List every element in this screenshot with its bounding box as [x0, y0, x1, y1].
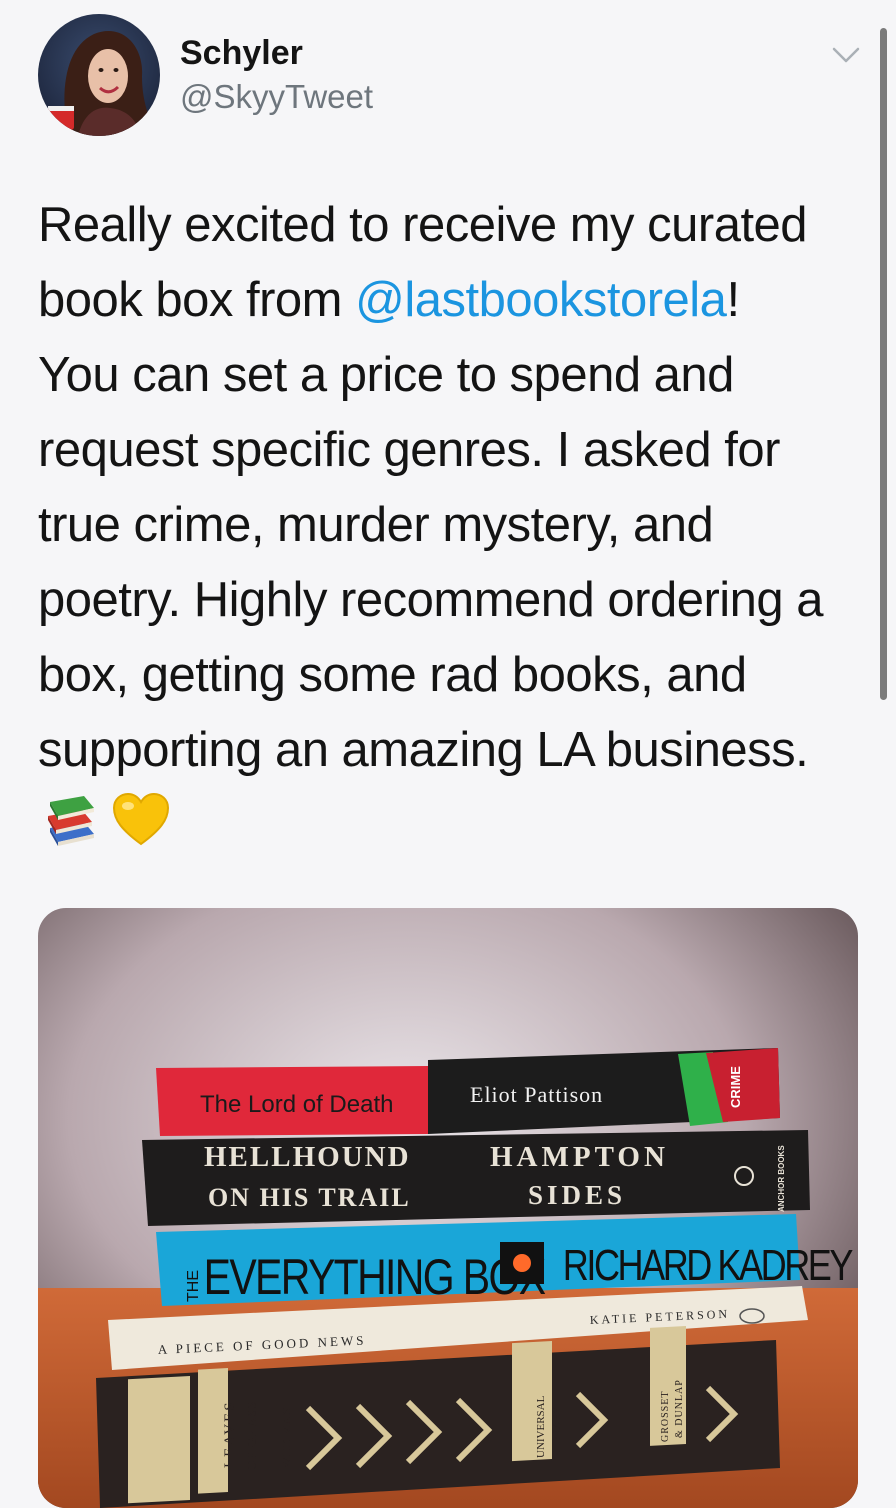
book-publisher: GROSSET — [660, 1391, 671, 1442]
tweet-line: true crime, murder mystery, and — [38, 498, 714, 552]
book-label: CRIME — [728, 1066, 743, 1108]
book-stack-photo: The Lord of Death Eliot Pattison CRIME H… — [38, 908, 858, 1508]
book-author: WHITMAN — [281, 1407, 293, 1468]
book-author: Eliot Pattison — [470, 1082, 603, 1107]
avatar[interactable] — [38, 14, 160, 136]
tweet-photo[interactable]: The Lord of Death Eliot Pattison CRIME H… — [38, 908, 858, 1508]
book-author-line2: SIDES — [528, 1180, 626, 1210]
scrollbar[interactable] — [880, 28, 887, 700]
tweet-line: Really excited to receive my curated — [38, 198, 808, 252]
book-author: RICHARD KADREY — [563, 1241, 853, 1290]
tweet-line: You can set a price to spend and — [38, 348, 734, 402]
mention-link[interactable]: @lastbookstorela — [355, 273, 727, 327]
tweet-line: request specific genres. I asked for — [38, 423, 780, 477]
yellow-heart-emoji — [112, 792, 170, 846]
tweet-line: book box from @lastbookstorela! — [38, 273, 740, 327]
book-publisher: ANCHOR BOOKS — [777, 1145, 786, 1212]
book-title-prefix: THE — [185, 1270, 202, 1302]
book-hellhound: HELLHOUND ON HIS TRAIL HAMPTON SIDES ANC… — [142, 1130, 810, 1226]
book-title-line2: OF GRASS — [244, 1400, 259, 1470]
display-name[interactable]: Schyler — [180, 34, 303, 73]
books-emoji — [48, 796, 94, 846]
user-handle[interactable]: @SkyyTweet — [180, 78, 373, 116]
tweet-line: box, getting some rad books, and — [38, 648, 747, 702]
book-title: EVERYTHING BOX — [204, 1249, 546, 1305]
tweet-text: Really excited to receive my curated boo… — [38, 188, 868, 788]
tweet-line: supporting an amazing LA business. — [38, 723, 809, 777]
book-title-line2: ON HIS TRAIL — [208, 1183, 411, 1212]
book-series-line2: LIBRARY — [551, 1406, 563, 1454]
book-title: The Lord of Death — [200, 1091, 393, 1118]
book-publisher-line2: & DUNLAP — [674, 1379, 685, 1438]
tweet-line: poetry. Highly recommend ordering a — [38, 573, 824, 627]
emoji-row — [44, 792, 170, 852]
book-author: HAMPTON — [490, 1141, 669, 1173]
book-title: HELLHOUND — [204, 1141, 411, 1173]
book-series: UNIVERSAL — [535, 1395, 547, 1458]
avatar-photo — [38, 14, 160, 136]
orange-dot-icon — [513, 1254, 531, 1272]
book-title: LEAVES — [222, 1400, 238, 1468]
chevron-down-icon[interactable] — [828, 40, 864, 70]
